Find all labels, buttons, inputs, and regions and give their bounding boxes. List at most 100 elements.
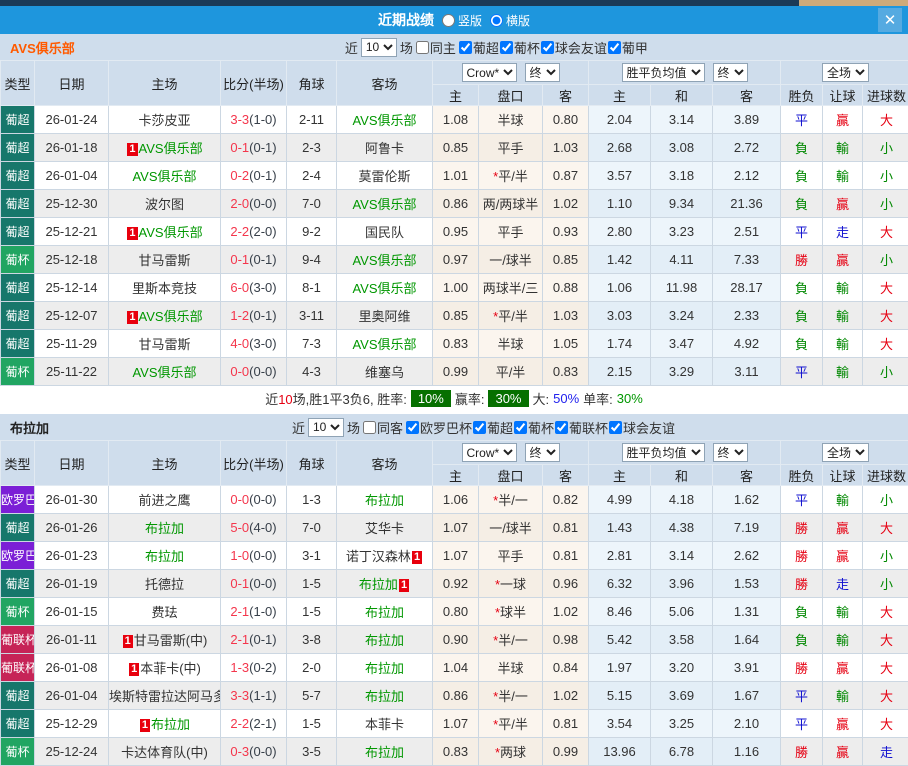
avg-draw-odds: 3.47 <box>651 330 713 358</box>
match-date: 25-11-22 <box>35 358 109 386</box>
col-score: 比分(半场) <box>221 441 287 486</box>
avg-final-select[interactable]: 终 <box>713 443 748 462</box>
team-name-text: 布拉加 <box>365 745 404 760</box>
col-avg-draw: 和 <box>651 85 713 106</box>
league-filter[interactable]: 葡超 <box>459 38 499 57</box>
league-checkbox[interactable] <box>459 41 472 54</box>
avg-draw-odds: 11.98 <box>651 274 713 302</box>
result-scope-select[interactable]: 全场 <box>822 443 869 462</box>
away-team: 布拉加 <box>337 682 433 710</box>
result-scope-select[interactable]: 全场 <box>822 63 869 82</box>
over-rate-value: 50% <box>553 391 579 406</box>
match-score: 0-2(0-1) <box>221 162 287 190</box>
same-ground-filter[interactable]: 同主 <box>416 38 456 57</box>
handicap: 半球 <box>479 106 543 134</box>
same-ground-filter[interactable]: 同客 <box>363 418 403 437</box>
fulltime-score: 2-2 <box>230 716 249 731</box>
match-type-badge: 葡超 <box>1 274 35 302</box>
avg-type-select[interactable]: 胜平负均值 <box>622 443 705 462</box>
league-checkbox[interactable] <box>609 421 622 434</box>
league-filter[interactable]: 欧罗巴杯 <box>406 418 472 437</box>
avg-away-odds: 3.91 <box>713 654 781 682</box>
league-filter[interactable]: 葡超 <box>473 418 513 437</box>
result-win-draw-loss: 平 <box>781 218 823 246</box>
odds-final-select[interactable]: 终 <box>525 63 560 82</box>
league-checkbox[interactable] <box>406 421 419 434</box>
league-filter[interactable]: 葡甲 <box>608 38 648 57</box>
odds-final-select[interactable]: 终 <box>525 443 560 462</box>
handicap: 一/球半 <box>479 514 543 542</box>
odds-provider-select[interactable]: Crow* <box>462 443 517 462</box>
team-name-text: 艾华卡 <box>365 521 404 536</box>
halftime-score: (2-1) <box>249 716 276 731</box>
near-count-select[interactable]: 10 <box>361 38 397 57</box>
away-team: AVS俱乐部 <box>337 106 433 134</box>
league-filter[interactable]: 葡杯 <box>514 418 554 437</box>
handicap: *半/一 <box>479 626 543 654</box>
vertical-radio[interactable] <box>442 14 455 27</box>
league-filter[interactable]: 葡联杯 <box>555 418 608 437</box>
result-goals: 小 <box>863 486 908 514</box>
corner-count: 5-7 <box>287 682 337 710</box>
league-checkbox[interactable] <box>514 421 527 434</box>
league-checkbox[interactable] <box>473 421 486 434</box>
home-team: AVS俱乐部 <box>109 162 221 190</box>
result-handicap: 贏 <box>823 190 863 218</box>
league-filter[interactable]: 球会友谊 <box>541 38 607 57</box>
layout-option-horizontal[interactable]: 横版 <box>490 12 530 29</box>
team-name-text: 布拉加 <box>365 689 404 704</box>
same-ground-checkbox[interactable] <box>416 41 429 54</box>
rank-badge: 1 <box>123 635 133 648</box>
away-team: 布拉加 <box>337 626 433 654</box>
horizontal-radio[interactable] <box>490 14 503 27</box>
team-name-text: AVS俱乐部 <box>139 141 203 156</box>
handicap: 平手 <box>479 134 543 162</box>
home-odds: 0.97 <box>433 246 479 274</box>
home-team: 卡莎皮亚 <box>109 106 221 134</box>
league-checkbox[interactable] <box>541 41 554 54</box>
result-handicap: 輸 <box>823 330 863 358</box>
halftime-score: (0-1) <box>249 168 276 183</box>
match-row: 葡杯26-01-15费珐2-1(1-0)1-5布拉加0.80*球半1.028.4… <box>1 598 908 626</box>
rank-badge: 1 <box>412 551 422 564</box>
league-checkbox[interactable] <box>608 41 621 54</box>
team-name-text: AVS俱乐部 <box>352 281 416 296</box>
match-date: 26-01-30 <box>35 486 109 514</box>
close-button[interactable]: ✕ <box>878 8 902 32</box>
near-count-select[interactable]: 10 <box>308 418 344 437</box>
match-type-badge: 葡超 <box>1 106 35 134</box>
avg-type-select[interactable]: 胜平负均值 <box>622 63 705 82</box>
layout-option-vertical[interactable]: 竖版 <box>442 12 482 29</box>
team-name-text: 布拉加 <box>365 605 404 620</box>
same-ground-checkbox[interactable] <box>363 421 376 434</box>
team-name-text: 前进之鹰 <box>138 493 190 508</box>
fulltime-score: 2-1 <box>230 604 249 619</box>
result-goals: 小 <box>863 246 908 274</box>
league-checkbox[interactable] <box>500 41 513 54</box>
odds-provider-select[interactable]: Crow* <box>462 63 517 82</box>
result-goals: 小 <box>863 358 908 386</box>
league-filter[interactable]: 葡杯 <box>500 38 540 57</box>
match-row: 葡超26-01-26布拉加5-0(4-0)7-0艾华卡1.07一/球半0.811… <box>1 514 908 542</box>
fulltime-score: 5-0 <box>230 520 249 535</box>
league-label: 葡杯 <box>528 418 554 437</box>
avg-home-odds: 1.10 <box>589 190 651 218</box>
handicap: *球半 <box>479 598 543 626</box>
avg-away-odds: 1.31 <box>713 598 781 626</box>
avg-home-odds: 5.15 <box>589 682 651 710</box>
match-type-badge: 葡超 <box>1 218 35 246</box>
match-row: 葡超26-01-24卡莎皮亚3-3(1-0)2-11AVS俱乐部1.08半球0.… <box>1 106 908 134</box>
team-name-text: AVS俱乐部 <box>352 253 416 268</box>
fulltime-score: 0-1 <box>230 140 249 155</box>
avg-draw-odds: 4.18 <box>651 486 713 514</box>
horizontal-radio-label: 横版 <box>506 12 530 29</box>
league-filter[interactable]: 球会友谊 <box>609 418 675 437</box>
col-handicap-result: 让球 <box>823 85 863 106</box>
match-date: 25-12-14 <box>35 274 109 302</box>
result-handicap: 贏 <box>823 106 863 134</box>
rank-badge: 1 <box>127 227 137 240</box>
handicap-text: 半球 <box>497 337 523 352</box>
avg-final-select[interactable]: 终 <box>713 63 748 82</box>
halftime-score: (0-1) <box>249 308 276 323</box>
league-checkbox[interactable] <box>555 421 568 434</box>
